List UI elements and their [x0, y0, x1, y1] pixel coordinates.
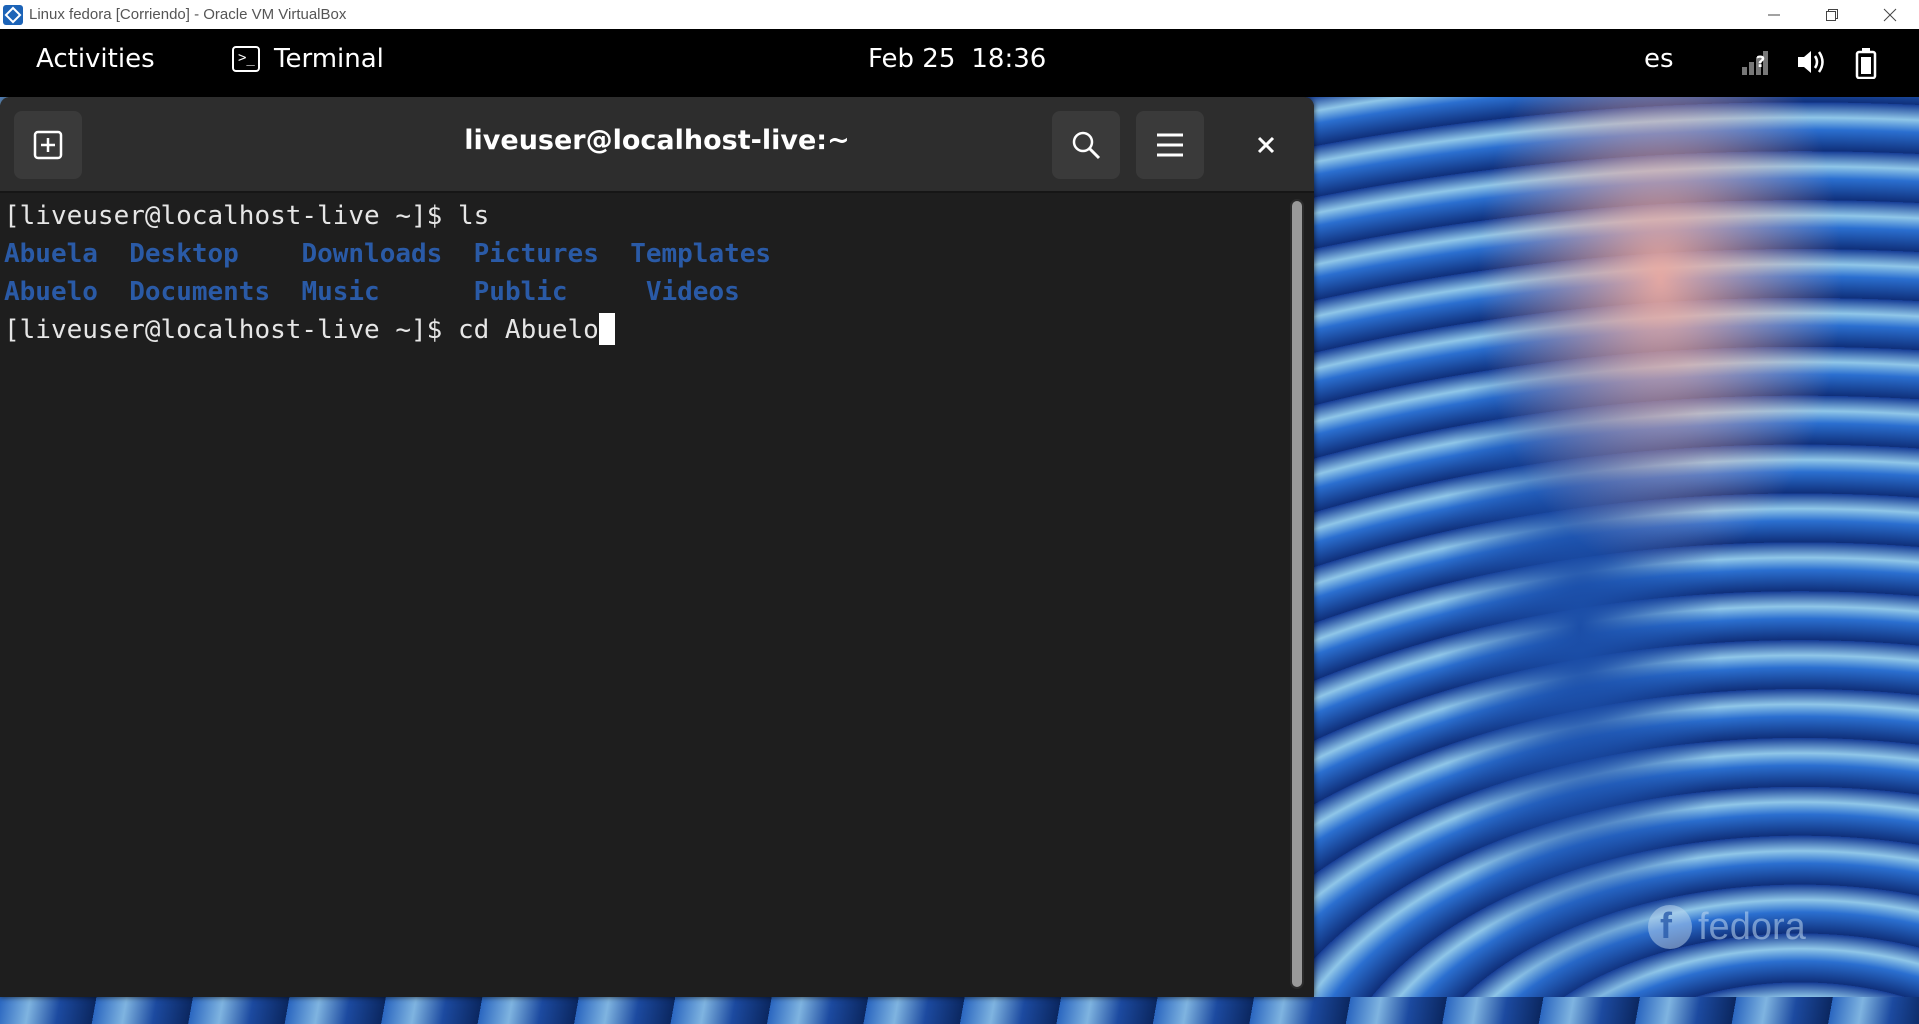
clock-time: 18:36: [971, 44, 1047, 74]
directory-entry: Documents: [129, 277, 271, 307]
directory-entry: Templates: [630, 239, 772, 269]
text-cursor: [598, 312, 615, 345]
directory-entry: Pictures: [473, 239, 599, 269]
ls-output-row: Abuelo Documents Music Public Videos: [4, 273, 1290, 311]
host-title-bar: Linux fedora [Corriendo] - Oracle VM Vir…: [0, 0, 1919, 29]
wallpaper-strip: [0, 997, 1919, 1024]
gnome-top-bar: Activities >_ Terminal Feb 25 18:36 es ?: [0, 29, 1919, 97]
vm-display[interactable]: fedora Activities >_ Terminal Feb 25 18:3…: [0, 29, 1919, 1024]
prompt: [liveuser@localhost-live ~]$: [4, 315, 443, 345]
scrollbar[interactable]: [1290, 199, 1304, 989]
app-menu-label: Terminal: [274, 44, 384, 74]
terminal-line: [liveuser@localhost-live ~]$ cd Abuelo: [4, 311, 1290, 349]
directory-entry: Downloads: [301, 239, 443, 269]
hamburger-menu-icon: [1157, 133, 1183, 157]
search-icon: [1072, 131, 1101, 160]
scrollbar-thumb[interactable]: [1292, 201, 1302, 987]
fedora-watermark: fedora: [1648, 905, 1806, 949]
directory-entry: Abuelo: [4, 277, 98, 307]
keyboard-layout-indicator[interactable]: es: [1644, 44, 1674, 74]
terminal-window[interactable]: liveuser@localhost-live:~ [liveuser@loca…: [0, 97, 1314, 997]
volume-icon[interactable]: [1796, 47, 1830, 77]
host-window-title: Linux fedora [Corriendo] - Oracle VM Vir…: [29, 6, 347, 23]
clock-date: Feb 25: [868, 44, 956, 74]
directory-entry: Abuela: [4, 239, 98, 269]
ls-output-row: Abuela Desktop Downloads Pictures Templa…: [4, 235, 1290, 273]
close-icon: [1257, 136, 1275, 154]
svg-text:?: ?: [1756, 52, 1765, 71]
terminal-line: [liveuser@localhost-live ~]$ ls: [4, 197, 1290, 235]
close-icon[interactable]: [1861, 0, 1919, 29]
fedora-wordmark: fedora: [1698, 905, 1806, 948]
app-menu-terminal[interactable]: >_ Terminal: [232, 44, 384, 74]
command-text: cd Abuelo: [442, 315, 599, 345]
restore-icon[interactable]: [1803, 0, 1861, 29]
menu-button[interactable]: [1136, 111, 1204, 179]
directory-entry: Videos: [645, 277, 740, 307]
clock[interactable]: Feb 25 18:36: [868, 44, 1046, 74]
terminal-output[interactable]: [liveuser@localhost-live ~]$ ls Abuela D…: [0, 193, 1290, 997]
prompt: [liveuser@localhost-live ~]$: [4, 201, 443, 231]
close-window-button[interactable]: [1232, 111, 1300, 179]
terminal-headerbar: liveuser@localhost-live:~: [0, 97, 1314, 193]
directory-entry: Public: [473, 277, 568, 307]
virtualbox-icon: [3, 4, 23, 25]
network-question-icon[interactable]: ?: [1740, 47, 1774, 77]
activities-button[interactable]: Activities: [36, 44, 155, 74]
battery-icon[interactable]: [1855, 47, 1877, 79]
directory-entry: Music: [301, 277, 380, 307]
terminal-icon: >_: [232, 46, 260, 72]
minimize-icon[interactable]: [1745, 0, 1803, 29]
directory-entry: Desktop: [129, 239, 239, 269]
fedora-logo-icon: [1648, 905, 1692, 949]
command-text: ls: [442, 201, 490, 231]
search-button[interactable]: [1052, 111, 1120, 179]
